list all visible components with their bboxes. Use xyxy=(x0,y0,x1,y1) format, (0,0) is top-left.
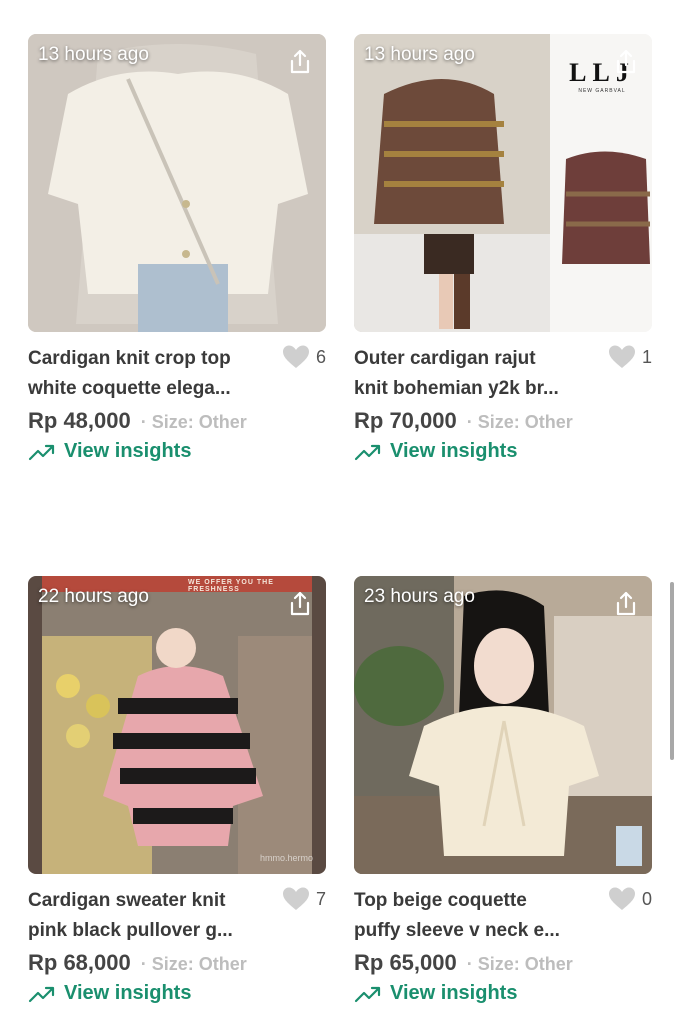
share-icon[interactable] xyxy=(612,48,640,76)
trending-up-icon xyxy=(354,444,381,460)
posted-time: 22 hours ago xyxy=(38,586,149,607)
listing-title-line1[interactable]: Cardigan sweater knit xyxy=(28,886,278,916)
view-insights-label[interactable]: View insights xyxy=(64,982,191,1005)
product-photo[interactable]: 23 hours ago xyxy=(354,576,652,874)
product-image xyxy=(28,34,326,332)
price: Rp 68,000 xyxy=(28,950,131,975)
product-image xyxy=(354,576,652,874)
product-image xyxy=(28,576,326,874)
price: Rp 70,000 xyxy=(354,408,457,433)
product-photo[interactable]: WE OFFER YOU THE FRESHNESS hmmo.hermo 22… xyxy=(28,576,326,874)
view-insights-link[interactable]: View insights xyxy=(28,440,326,463)
trending-up-icon xyxy=(28,986,55,1002)
price: Rp 65,000 xyxy=(354,950,457,975)
heart-icon[interactable] xyxy=(608,886,636,912)
product-photo[interactable]: 13 hours ago xyxy=(28,34,326,332)
watermark-text: hmmo.hermo xyxy=(260,853,314,863)
price-row: Rp 68,000 · Size: Other xyxy=(28,950,326,976)
price-row: Rp 48,000 · Size: Other xyxy=(28,408,326,434)
view-insights-link[interactable]: View insights xyxy=(28,982,326,1005)
price: Rp 48,000 xyxy=(28,408,131,433)
price-row: Rp 70,000 · Size: Other xyxy=(354,408,652,434)
scrollbar[interactable] xyxy=(670,582,674,760)
listing-card[interactable]: 23 hours ago Top beige coquette puffy sl… xyxy=(354,576,652,1005)
view-insights-label[interactable]: View insights xyxy=(390,982,517,1005)
size-label: · Size: Other xyxy=(140,412,247,432)
view-insights-label[interactable]: View insights xyxy=(64,440,191,463)
size-label: · Size: Other xyxy=(140,954,247,974)
listing-title-line2[interactable]: puffy sleeve v neck e... xyxy=(354,916,604,946)
title-row[interactable]: Outer cardigan rajut knit bohemian y2k b… xyxy=(354,344,652,406)
listing-title-line2[interactable]: pink black pullover g... xyxy=(28,916,278,946)
listing-title-line1[interactable]: Top beige coquette xyxy=(354,886,604,916)
heart-icon[interactable] xyxy=(282,344,310,370)
listing-card[interactable]: LLJ NEW GARBVAL 13 hours ago Outer cardi… xyxy=(354,34,652,463)
view-insights-link[interactable]: View insights xyxy=(354,982,652,1005)
posted-time: 13 hours ago xyxy=(364,44,475,65)
likes[interactable]: 0 xyxy=(608,886,652,912)
listing-card[interactable]: WE OFFER YOU THE FRESHNESS hmmo.hermo 22… xyxy=(28,576,326,1005)
heart-icon[interactable] xyxy=(282,886,310,912)
share-icon[interactable] xyxy=(612,590,640,618)
like-count: 1 xyxy=(641,346,652,367)
like-count: 0 xyxy=(641,888,652,909)
listing-title-line1[interactable]: Cardigan knit crop top xyxy=(28,344,278,374)
size-label: · Size: Other xyxy=(466,954,573,974)
likes[interactable]: 1 xyxy=(608,344,652,370)
listing-title-line2[interactable]: knit bohemian y2k br... xyxy=(354,374,604,404)
price-row: Rp 65,000 · Size: Other xyxy=(354,950,652,976)
trending-up-icon xyxy=(354,986,381,1002)
listing-title-line2[interactable]: white coquette elega... xyxy=(28,374,278,404)
trending-up-icon xyxy=(28,444,55,460)
brand-logo-sub: NEW GARBVAL xyxy=(578,88,626,94)
size-label: · Size: Other xyxy=(466,412,573,432)
share-icon[interactable] xyxy=(286,48,314,76)
title-row[interactable]: Cardigan knit crop top white coquette el… xyxy=(28,344,326,406)
like-count: 7 xyxy=(315,888,326,909)
title-row[interactable]: Top beige coquette puffy sleeve v neck e… xyxy=(354,886,652,948)
product-photo[interactable]: LLJ NEW GARBVAL 13 hours ago xyxy=(354,34,652,332)
listing-title-line1[interactable]: Outer cardigan rajut xyxy=(354,344,604,374)
likes[interactable]: 6 xyxy=(282,344,326,370)
share-icon[interactable] xyxy=(286,590,314,618)
title-row[interactable]: Cardigan sweater knit pink black pullove… xyxy=(28,886,326,948)
view-insights-link[interactable]: View insights xyxy=(354,440,652,463)
view-insights-label[interactable]: View insights xyxy=(390,440,517,463)
posted-time: 23 hours ago xyxy=(364,586,475,607)
like-count: 6 xyxy=(315,346,326,367)
likes[interactable]: 7 xyxy=(282,886,326,912)
posted-time: 13 hours ago xyxy=(38,44,149,65)
listing-card[interactable]: 13 hours ago Cardigan knit crop top whit… xyxy=(28,34,326,463)
heart-icon[interactable] xyxy=(608,344,636,370)
